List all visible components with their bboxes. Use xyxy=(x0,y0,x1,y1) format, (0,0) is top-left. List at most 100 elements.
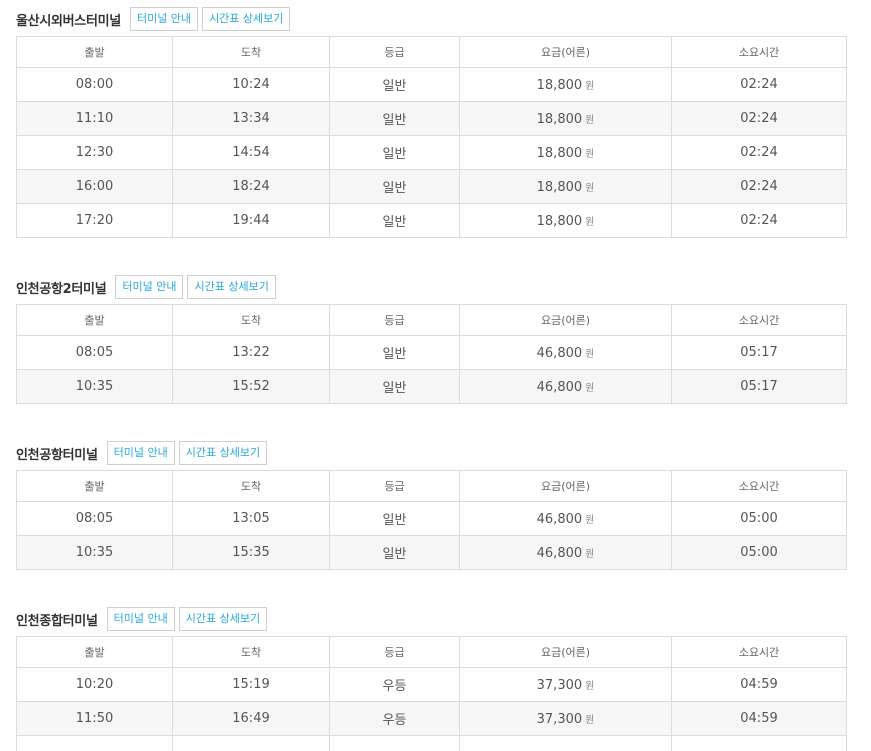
column-header-depart: 출발 xyxy=(16,304,173,336)
table-row: 10:35 15:35 일반 46,800 원 05:00 xyxy=(16,535,847,570)
section-header: 인천공항2터미널 터미널 안내 시간표 상세보기 xyxy=(16,274,846,300)
column-header-depart: 출발 xyxy=(16,470,173,502)
column-header-grade: 등급 xyxy=(329,36,460,68)
timetable: 출발 도착 등급 요금(어른) 소요시간 08:00 10:24 일반 18,800 원 02:24… xyxy=(16,36,847,238)
timetable-detail-button[interactable]: 시간표 상세보기 xyxy=(178,441,268,465)
column-header-fare: 요금(어른) xyxy=(459,470,672,502)
cell-depart: 11:10 xyxy=(16,101,173,136)
column-header-fare: 요금(어른) xyxy=(459,636,672,668)
cell-duration: 05:17 xyxy=(671,369,847,404)
column-header-arrive: 도착 xyxy=(172,36,330,68)
cell-duration: 05:00 xyxy=(671,501,847,536)
cell-fare: 18,800 원 xyxy=(459,135,672,170)
terminal-title: 울산시외버스터미널 xyxy=(16,13,121,29)
column-header-arrive: 도착 xyxy=(172,636,330,668)
cell-fare: 37,300 원 xyxy=(459,701,672,736)
cell-duration: 05:00 xyxy=(671,535,847,570)
column-header-arrive: 도착 xyxy=(172,470,330,502)
cell-grade: 일반 xyxy=(329,369,460,404)
cell-duration: 02:24 xyxy=(671,101,847,136)
terminal-info-button[interactable]: 터미널 안내 xyxy=(115,275,184,299)
timetable-page: 울산시외버스터미널 터미널 안내 시간표 상세보기 출발 도착 등급 요금(어른) 소요시간 0… xyxy=(0,0,871,751)
currency-unit: 원 xyxy=(585,114,595,126)
column-header-depart: 출발 xyxy=(16,36,173,68)
table-row: 16:00 18:24 일반 18,800 원 02:24 xyxy=(16,169,847,204)
cell-grade: 일반 xyxy=(329,135,460,170)
column-header-grade: 등급 xyxy=(329,304,460,336)
cell-arrive: 13:05 xyxy=(172,501,330,536)
timetable-detail-button[interactable]: 시간표 상세보기 xyxy=(178,607,268,631)
cell-arrive: 13:34 xyxy=(172,101,330,136)
cell-fare: 18,800 원 xyxy=(459,203,672,238)
fare-amount: 18,800 xyxy=(536,213,583,229)
cell-arrive xyxy=(172,735,330,751)
terminal-info-button[interactable]: 터미널 안내 xyxy=(129,7,199,31)
cell-grade: 일반 xyxy=(329,335,460,370)
cell-grade xyxy=(329,735,460,751)
timetable-detail-button[interactable]: 시간표 상세보기 xyxy=(202,7,291,31)
cell-fare: 37,300 원 xyxy=(459,667,672,702)
terminal-info-button[interactable]: 터미널 안내 xyxy=(106,607,175,631)
column-header-duration: 소요시간 xyxy=(671,470,847,502)
cell-grade: 우등 xyxy=(329,667,460,702)
cell-fare: 18,800 원 xyxy=(459,169,672,204)
currency-unit: 원 xyxy=(585,80,595,92)
cell-grade: 우등 xyxy=(329,701,460,736)
column-header-depart: 출발 xyxy=(16,636,173,668)
table-row xyxy=(16,735,847,751)
cell-fare: 18,800 원 xyxy=(459,67,672,102)
cell-fare: 18,800 원 xyxy=(459,101,672,136)
timetable: 출발 도착 등급 요금(어른) 소요시간 08:05 13:05 일반 46,800 원 05:00… xyxy=(16,470,847,570)
cell-duration: 02:24 xyxy=(671,203,847,238)
cell-duration: 04:59 xyxy=(671,701,847,736)
terminal-info-button[interactable]: 터미널 안내 xyxy=(106,441,175,465)
cell-depart xyxy=(16,735,173,751)
fare-amount: 46,800 xyxy=(536,545,583,561)
table-row: 11:10 13:34 일반 18,800 원 02:24 xyxy=(16,101,847,136)
cell-duration: 02:24 xyxy=(671,67,847,102)
table-header-row: 출발 도착 등급 요금(어른) 소요시간 xyxy=(16,36,847,68)
cell-depart: 11:50 xyxy=(16,701,173,736)
currency-unit: 원 xyxy=(585,182,595,194)
cell-arrive: 15:52 xyxy=(172,369,330,404)
cell-duration: 02:24 xyxy=(671,135,847,170)
cell-grade: 일반 xyxy=(329,169,460,204)
cell-depart: 10:35 xyxy=(16,369,173,404)
column-header-duration: 소요시간 xyxy=(671,636,847,668)
cell-fare: 46,800 원 xyxy=(459,501,672,536)
table-header-row: 출발 도착 등급 요금(어른) 소요시간 xyxy=(16,636,847,668)
cell-fare xyxy=(459,735,672,751)
table-header-row: 출발 도착 등급 요금(어른) 소요시간 xyxy=(16,470,847,502)
cell-grade: 일반 xyxy=(329,535,460,570)
table-header-row: 출발 도착 등급 요금(어른) 소요시간 xyxy=(16,304,847,336)
timetable: 출발 도착 등급 요금(어른) 소요시간 10:20 15:19 우등 37,300 원 04:59… xyxy=(16,636,847,751)
cell-grade: 일반 xyxy=(329,203,460,238)
terminal-section: 인천공항터미널 터미널 안내 시간표 상세보기 출발 도착 등급 요금(어른) 소요시간 08:… xyxy=(16,440,847,570)
fare-amount: 46,800 xyxy=(536,379,583,395)
currency-unit: 원 xyxy=(585,148,595,160)
cell-duration xyxy=(671,735,847,751)
cell-arrive: 15:35 xyxy=(172,535,330,570)
currency-unit: 원 xyxy=(585,548,595,560)
section-header: 울산시외버스터미널 터미널 안내 시간표 상세보기 xyxy=(16,6,846,32)
fare-amount: 46,800 xyxy=(536,511,583,527)
currency-unit: 원 xyxy=(585,216,595,228)
fare-amount: 18,800 xyxy=(536,145,583,161)
cell-duration: 04:59 xyxy=(671,667,847,702)
table-row: 08:05 13:05 일반 46,800 원 05:00 xyxy=(16,501,847,536)
cell-arrive: 14:54 xyxy=(172,135,330,170)
column-header-grade: 등급 xyxy=(329,470,460,502)
cell-depart: 08:00 xyxy=(16,67,173,102)
table-row: 17:20 19:44 일반 18,800 원 02:24 xyxy=(16,203,847,238)
cell-grade: 일반 xyxy=(329,101,460,136)
cell-grade: 일반 xyxy=(329,67,460,102)
cell-depart: 08:05 xyxy=(16,501,173,536)
column-header-arrive: 도착 xyxy=(172,304,330,336)
fare-amount: 18,800 xyxy=(536,111,583,127)
table-row: 08:05 13:22 일반 46,800 원 05:17 xyxy=(16,335,847,370)
section-header: 인천종합터미널 터미널 안내 시간표 상세보기 xyxy=(16,606,846,632)
timetable-detail-button[interactable]: 시간표 상세보기 xyxy=(187,275,276,299)
column-header-grade: 등급 xyxy=(329,636,460,668)
cell-fare: 46,800 원 xyxy=(459,535,672,570)
column-header-fare: 요금(어른) xyxy=(459,304,672,336)
